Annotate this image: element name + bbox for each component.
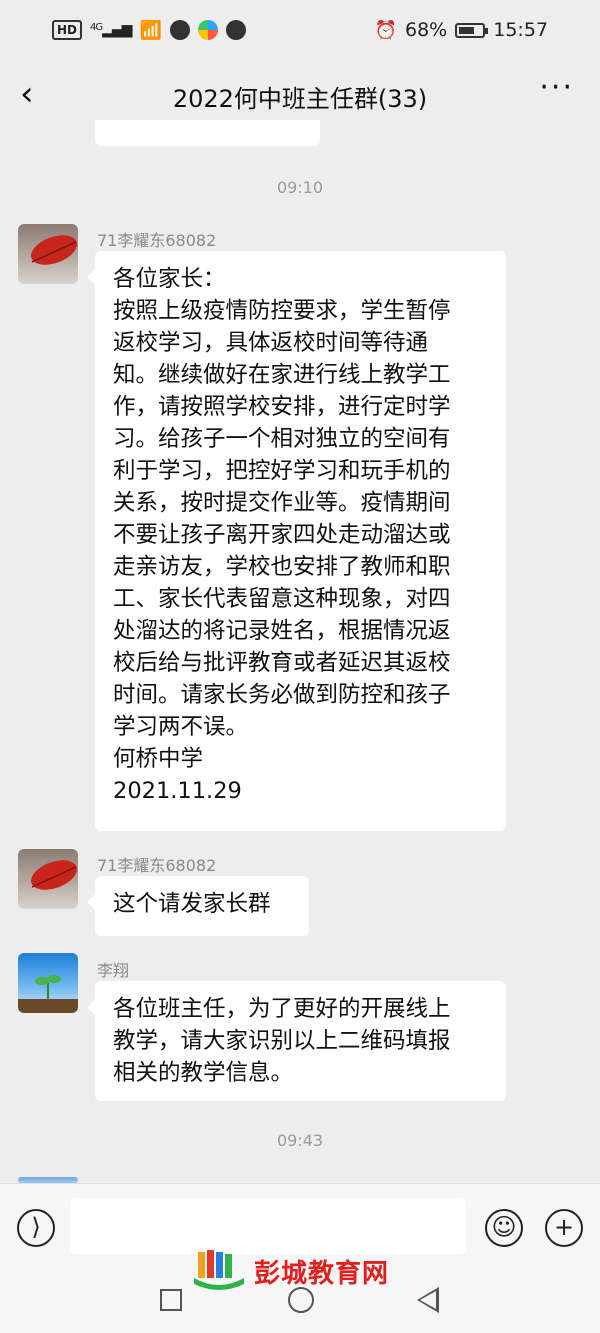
voice-icon[interactable]: ⟩ (17, 1209, 55, 1247)
sender-name: 71李耀东68082 (97, 856, 217, 875)
alarm-icon: ⏰ (374, 19, 397, 41)
status-left: HD 4G▂▄▆ 📶 (52, 20, 246, 41)
message-line: 作，请按照学校安排，进行定时学 (113, 394, 451, 420)
message-line: 这个请发家长群 (113, 891, 271, 917)
more-dots-icon[interactable]: ··· (539, 70, 574, 105)
status-right: ⏰ 68% 15:57 (375, 19, 548, 41)
plus-icon[interactable]: + (545, 1209, 583, 1247)
vpn-icon (225, 20, 246, 40)
message-line: 教学，请大家识别以上二维码填报 (113, 1028, 451, 1054)
hd-icon: HD (52, 20, 83, 40)
network-type: 4G (90, 22, 103, 33)
clock: 15:57 (493, 19, 548, 41)
message-bubble[interactable]: 各位班主任，为了更好的开展线上 教学，请大家识别以上二维码填报 相关的教学信息。 (87, 981, 506, 1101)
message-line: 校后给与批评教育或者延迟其返校 (113, 650, 451, 676)
sender-name: 71李耀东68082 (97, 231, 217, 250)
message-line: 2021.11.29 (113, 778, 242, 804)
message-line: 相关的教学信息。 (113, 1060, 294, 1086)
sender-name: 李翔 (97, 961, 130, 980)
signal-icon: 4G▂▄▆ (90, 22, 132, 38)
message-line: 工、家长代表留意这种现象，对四 (113, 586, 451, 612)
leaf-avatar[interactable] (18, 849, 78, 909)
leaf-avatar[interactable] (18, 224, 78, 284)
message-line: 返校学习，具体返校时间等待通 (113, 330, 429, 356)
watermark: 彭城教育网 (192, 1248, 389, 1294)
chat-title: 2022何中班主任群(33) (172, 84, 428, 113)
message-line: 学习两不误。 (113, 714, 249, 740)
timestamp: 09:10 (276, 178, 324, 197)
message-bubble[interactable]: 这个请发家长群 (87, 876, 309, 936)
watermark-text: 彭城教育网 (254, 1258, 390, 1289)
message-line: 走亲访友，学校也安排了教师和职 (113, 554, 451, 580)
message-input[interactable] (70, 1198, 466, 1254)
location-icon (169, 20, 190, 40)
app-icon (197, 20, 218, 40)
timestamp: 09:43 (276, 1131, 324, 1150)
message-line: 时间。请家长务必做到防控和孩子 (113, 682, 451, 708)
message-line: 利于学习，把控好学习和玩手机的 (113, 458, 451, 484)
wifi-icon: 📶 (139, 19, 162, 41)
message-bubble[interactable]: 各位家长： 按照上级疫情防控要求，学生暂停 返校学习，具体返校时间等待通 知。继… (87, 251, 506, 831)
chevron-left-icon[interactable]: ‹ (20, 76, 34, 112)
previous-message-bubble[interactable] (95, 120, 320, 146)
sprout-icon (18, 975, 78, 1013)
message-line: 各位家长： (113, 266, 226, 292)
recent-apps-icon[interactable] (160, 1289, 182, 1311)
battery-icon (455, 22, 489, 38)
sprout-avatar[interactable] (18, 953, 78, 1013)
message-line: 处溜达的将记录姓名，根据情况返 (113, 618, 451, 644)
back-icon[interactable] (417, 1287, 439, 1313)
emoji-icon[interactable]: ☺ (485, 1209, 523, 1247)
leaf-icon (31, 860, 77, 890)
watermark-logo (192, 1248, 246, 1294)
message-line: 何桥中学 (113, 746, 204, 772)
leaf-icon (31, 235, 77, 265)
message-line: 各位班主任，为了更好的开展线上 (113, 996, 451, 1022)
message-line: 不要让孩子离开家四处走动溜达或 (113, 522, 451, 548)
battery-percent: 68% (405, 19, 448, 41)
message-line: 按照上级疫情防控要求，学生暂停 (113, 298, 451, 324)
message-line: 知。继续做好在家进行线上教学工 (113, 362, 451, 388)
battery-fill (459, 26, 475, 34)
message-line: 关系，按时提交作业等。疫情期间 (113, 490, 451, 516)
message-line: 习。给孩子一个相对独立的空间有 (113, 426, 451, 452)
status-bar: HD 4G▂▄▆ 📶 ⏰ 68% 15:57 (0, 0, 600, 60)
